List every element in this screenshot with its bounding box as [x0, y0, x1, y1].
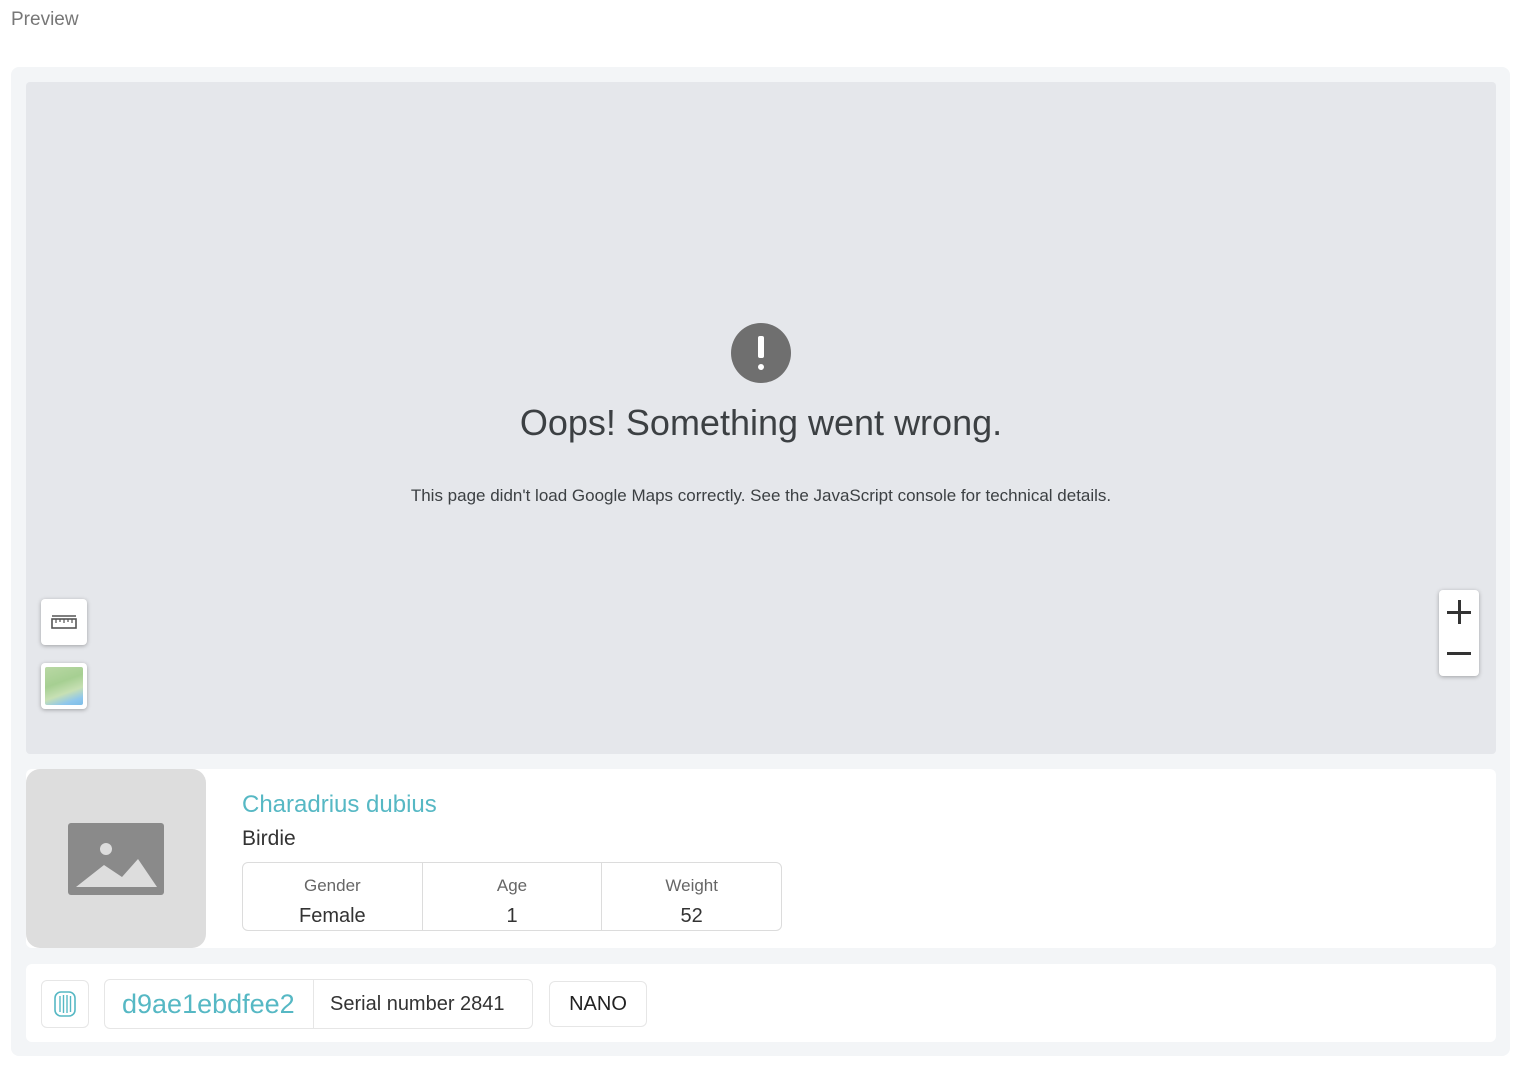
- map-error-title: Oops! Something went wrong.: [519, 402, 1003, 443]
- map-type-button[interactable]: [41, 663, 87, 709]
- animal-image-placeholder: [26, 769, 206, 948]
- animal-card: Charadrius dubius Birdie Gender Female A…: [26, 769, 1496, 948]
- stat-label: Age: [496, 876, 528, 895]
- zoom-control: [1439, 590, 1479, 676]
- measure-distance-button[interactable]: [41, 599, 87, 645]
- stat-label: Weight: [665, 876, 718, 895]
- device-icon-box: [41, 980, 89, 1028]
- map-error-message: This page didn't load Google Maps correc…: [410, 486, 1112, 505]
- preview-label: Preview: [11, 9, 79, 30]
- map-container[interactable]: Oops! Something went wrong. This page di…: [26, 82, 1496, 754]
- ruler-icon: [51, 615, 77, 629]
- animal-stats: Gender Female Age 1 Weight 52: [242, 862, 782, 931]
- device-model: NANO: [569, 993, 627, 1015]
- device-card: d9ae1ebdfee2 Serial number 2841 NANO: [26, 964, 1496, 1042]
- serial-box: Serial number 2841: [312, 979, 533, 1029]
- device-model-badge: NANO: [549, 981, 647, 1027]
- stat-value: Female: [298, 905, 366, 927]
- zoom-in-button[interactable]: [1439, 590, 1479, 633]
- device-id-box: d9ae1ebdfee2: [104, 979, 314, 1029]
- animal-nickname: Birdie: [242, 827, 296, 850]
- stat-label: Gender: [303, 876, 361, 895]
- zoom-out-button[interactable]: [1439, 633, 1479, 676]
- species-name[interactable]: Charadrius dubius: [242, 791, 437, 819]
- stat-value: 52: [680, 905, 703, 927]
- image-placeholder-icon: [68, 823, 164, 895]
- error-icon: [731, 323, 791, 383]
- stat-weight: Weight 52: [602, 863, 781, 930]
- terrain-thumbnail-icon: [45, 667, 83, 705]
- device-id[interactable]: d9ae1ebdfee2: [122, 989, 295, 1020]
- tracker-device-icon: [54, 991, 76, 1017]
- stat-gender: Gender Female: [243, 863, 423, 930]
- serial-number: Serial number 2841: [330, 993, 505, 1015]
- stat-value: 1: [506, 905, 518, 927]
- stat-age: Age 1: [423, 863, 603, 930]
- minus-icon: [1447, 652, 1471, 655]
